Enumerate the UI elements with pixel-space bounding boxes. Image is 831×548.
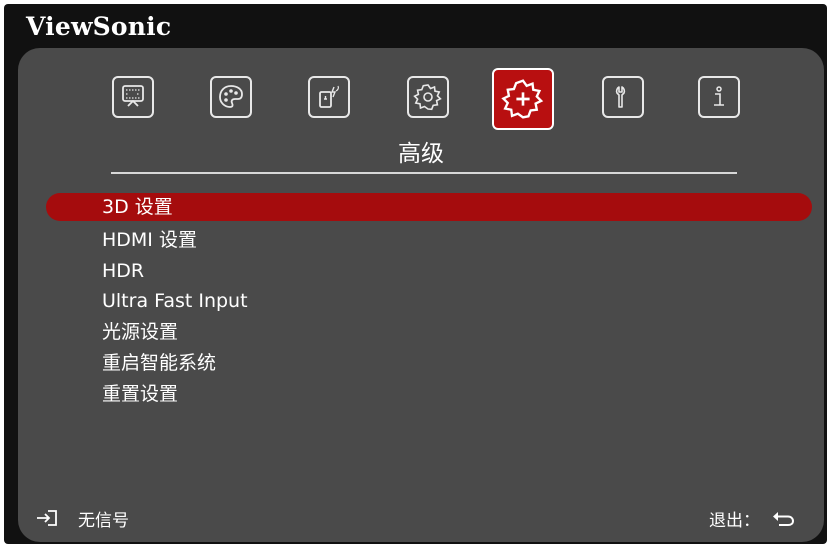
tab-advanced[interactable] bbox=[492, 68, 554, 130]
exit-label: 退出： bbox=[709, 510, 760, 531]
tab-information[interactable] bbox=[698, 76, 740, 118]
wrench-icon bbox=[615, 86, 626, 108]
input-status-text: 无信号 bbox=[78, 510, 129, 531]
menu-item-3d-settings[interactable]: 3D 设置 bbox=[102, 193, 173, 221]
tab-tools[interactable] bbox=[602, 76, 644, 118]
menu-item-ultra-fast-input[interactable]: Ultra Fast Input bbox=[102, 287, 248, 315]
display-icon bbox=[122, 85, 144, 107]
back-arrow-icon bbox=[773, 512, 795, 526]
palette-icon bbox=[219, 85, 243, 108]
menu-item-light-source[interactable]: 光源设置 bbox=[102, 318, 178, 346]
menu-item-restart-smart-system[interactable]: 重启智能系统 bbox=[102, 349, 216, 377]
category-title: 高级 bbox=[398, 141, 444, 167]
brand-logo: ViewSonic bbox=[26, 12, 172, 41]
power-management-icon bbox=[319, 85, 339, 108]
tab-settings[interactable] bbox=[407, 76, 449, 118]
info-icon bbox=[714, 86, 724, 106]
input-status: 无信号 bbox=[36, 506, 129, 531]
advanced-gear-icon bbox=[501, 79, 544, 119]
menu-item-hdr[interactable]: HDR bbox=[102, 257, 144, 285]
menu-item-reset-settings[interactable]: 重置设置 bbox=[102, 380, 178, 408]
tab-color[interactable] bbox=[210, 76, 252, 118]
osd-frame: ViewSonic 高级 3D 设置 HDMI 设置 HDR Ultra Fas… bbox=[4, 4, 827, 544]
tab-display[interactable] bbox=[112, 76, 154, 118]
exit-hint[interactable]: 退出： bbox=[709, 506, 796, 531]
settings-gear-icon bbox=[413, 84, 442, 111]
input-source-icon bbox=[37, 510, 57, 526]
menu-item-hdmi-settings[interactable]: HDMI 设置 bbox=[102, 226, 197, 254]
tab-power[interactable] bbox=[308, 76, 350, 118]
osd-panel: 高级 3D 设置 HDMI 设置 HDR Ultra Fast Input 光源… bbox=[18, 48, 824, 542]
title-divider bbox=[111, 172, 737, 174]
